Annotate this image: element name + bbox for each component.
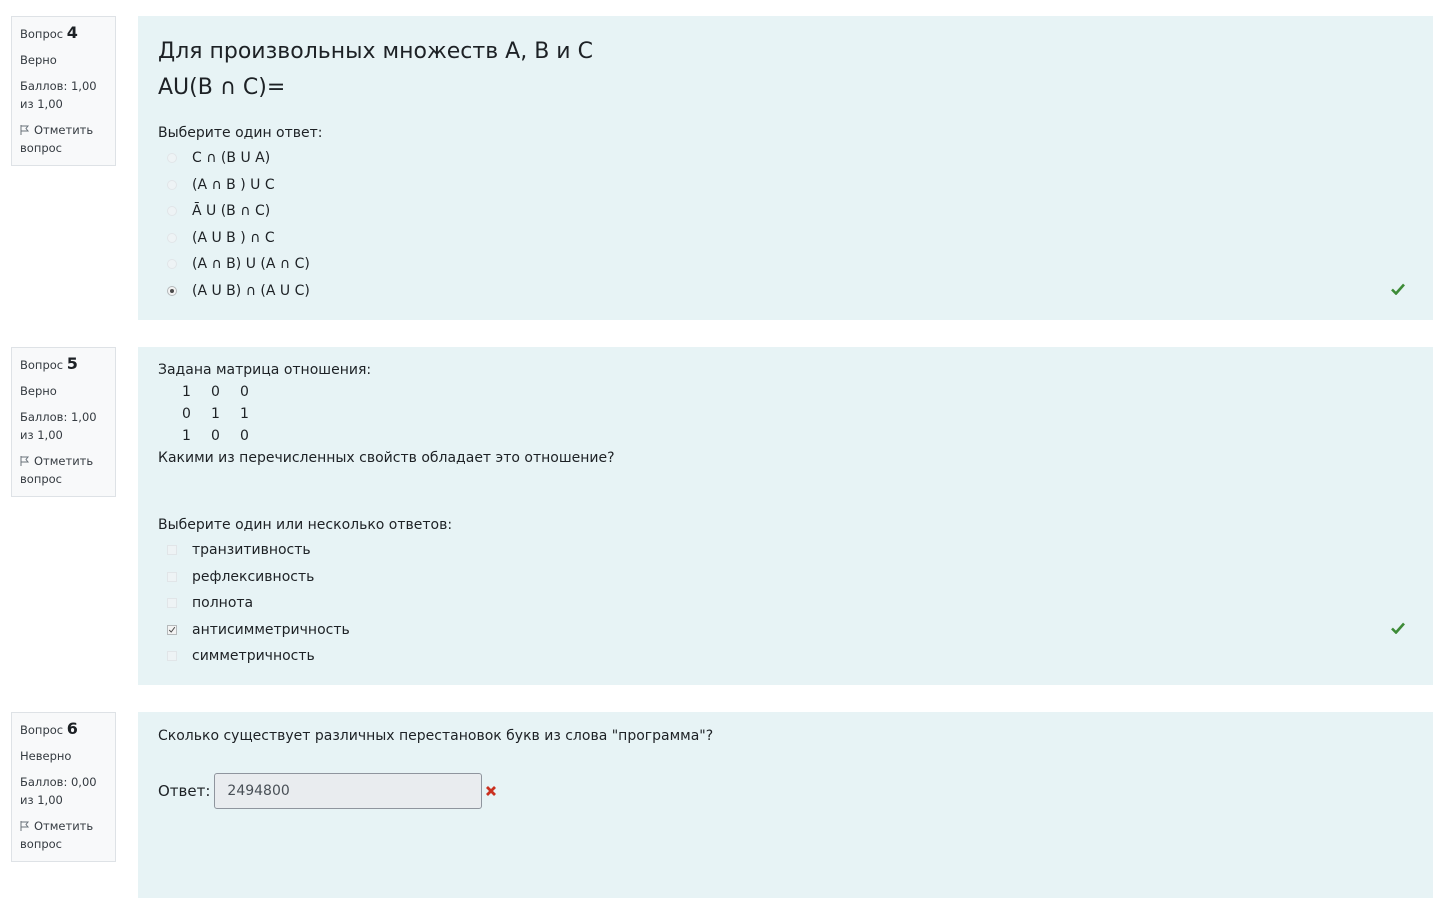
checkbox-checked[interactable]	[167, 624, 177, 635]
radio-button[interactable]	[167, 206, 177, 217]
answer-input[interactable]: 2494800	[214, 773, 483, 809]
matrix-row: 1 0 0	[182, 425, 1413, 447]
radio-button[interactable]	[167, 232, 177, 243]
matrix-cell: 0	[240, 428, 249, 444]
option-label: полнота	[192, 595, 254, 612]
flag-label: Отметить вопрос	[20, 819, 94, 851]
option-label: транзитивность	[192, 542, 311, 558]
option-2[interactable]: (A ∩ B ) U C	[158, 172, 1413, 199]
matrix-cell: 1	[182, 384, 191, 400]
flag-question-link[interactable]: Отметить вопрос	[20, 452, 107, 488]
question-number: 6	[66, 719, 78, 738]
question-info-5: Вопрос 5 Верно Баллов: 1,00 из 1,00 Отме…	[11, 347, 116, 497]
flag-label: Отметить вопрос	[20, 454, 94, 486]
option-label: C ∩ (B U A)	[192, 150, 271, 166]
option-1[interactable]: транзитивность	[158, 537, 1413, 564]
checkbox[interactable]	[167, 598, 177, 609]
option-label: Ā U (B ∩ C)	[192, 203, 271, 220]
radio-button[interactable]	[167, 259, 177, 270]
question-info-6: Вопрос 6 Неверно Баллов: 0,00 из 1,00 От…	[11, 712, 116, 862]
matrix-cell: 1	[182, 428, 191, 444]
option-3[interactable]: полнота	[158, 590, 1413, 617]
flag-question-link[interactable]: Отметить вопрос	[20, 817, 107, 853]
option-label: (A ∩ B) U (A ∩ C)	[192, 256, 310, 273]
options-list: транзитивность рефлексивность полнота ан…	[158, 537, 1413, 670]
question-text: Сколько существует различных перестаново…	[158, 728, 714, 744]
matrix-row: 0 1 1	[182, 403, 1413, 425]
checkbox[interactable]	[167, 651, 177, 662]
matrix-cell: 0	[211, 428, 220, 444]
radio-button[interactable]	[167, 179, 177, 190]
question-state: Верно	[20, 53, 57, 67]
flag-label: Отметить вопрос	[20, 123, 94, 155]
question-number: 5	[66, 354, 78, 373]
radio-button[interactable]	[167, 153, 177, 163]
question-grade: Баллов: 0,00 из 1,00	[20, 775, 97, 807]
option-label: (A U B ) ∩ C	[192, 229, 275, 246]
question-text-line2: AU(B ∩ C)=	[158, 75, 286, 100]
question-text-line1: Для произвольных множеств A, B и C	[158, 39, 593, 64]
answer-label: Ответ:	[158, 782, 211, 800]
matrix-row: 1 0 0	[182, 381, 1413, 403]
question-text: Какими из перечисленных свойств обладает…	[158, 450, 615, 466]
option-label: (A U B) ∩ (A U C)	[192, 282, 310, 299]
relation-matrix: 1 0 0 0 1 1 1 0 0	[182, 381, 1413, 447]
flag-question-link[interactable]: Отметить вопрос	[20, 121, 107, 157]
option-5[interactable]: (A ∩ B) U (A ∩ C)	[158, 251, 1413, 278]
answer-prompt: Выберите один или несколько ответов:	[158, 517, 453, 533]
flag-icon	[20, 821, 30, 831]
question-label: Вопрос	[20, 358, 64, 372]
answer-prompt: Выберите один ответ:	[158, 125, 323, 141]
matrix-cell: 0	[240, 384, 249, 400]
matrix-cell: 1	[211, 406, 220, 422]
radio-button-selected[interactable]	[167, 285, 177, 296]
incorrect-cross-icon	[486, 786, 497, 796]
option-3[interactable]: Ā U (B ∩ C)	[158, 198, 1413, 225]
question-label: Вопрос	[20, 27, 64, 41]
options-list: C ∩ (B U A) (A ∩ B ) U C Ā U (B ∩ C) (A …	[158, 145, 1413, 305]
question-content-5: Задана матрица отношения: 1 0 0 0 1 1 1 0 0 Ка…	[138, 347, 1433, 685]
option-label: (A ∩ B ) U C	[192, 176, 275, 193]
flag-icon	[20, 125, 30, 135]
question-label: Вопрос	[20, 723, 64, 737]
option-label: антисимметричность	[192, 621, 350, 638]
matrix-cell: 1	[240, 406, 249, 422]
answer-row: Ответ: 2494800	[158, 773, 497, 809]
option-label: рефлексивность	[192, 568, 315, 585]
question-intro: Задана матрица отношения:	[158, 362, 372, 378]
checkmark-icon	[168, 626, 176, 633]
option-4[interactable]: антисимметричность	[158, 617, 1413, 644]
option-2[interactable]: рефлексивность	[158, 564, 1413, 591]
correct-check-icon	[1391, 283, 1405, 295]
option-4[interactable]: (A U B ) ∩ C	[158, 225, 1413, 252]
checkbox[interactable]	[167, 545, 177, 555]
matrix-cell: 0	[211, 384, 220, 400]
question-number: 4	[66, 23, 78, 42]
correct-check-icon	[1391, 622, 1405, 634]
question-state: Неверно	[20, 749, 72, 763]
question-state: Верно	[20, 384, 57, 398]
flag-icon	[20, 456, 30, 466]
question-grade: Баллов: 1,00 из 1,00	[20, 79, 97, 111]
option-label: симметричность	[192, 648, 315, 665]
question-grade: Баллов: 1,00 из 1,00	[20, 410, 97, 442]
question-info-4: Вопрос 4 Верно Баллов: 1,00 из 1,00 Отме…	[11, 16, 116, 166]
matrix-cell: 0	[182, 406, 191, 422]
option-5[interactable]: симметричность	[158, 643, 1413, 670]
question-content-4: Для произвольных множеств A, B и C AU(B …	[138, 16, 1433, 320]
checkbox[interactable]	[167, 571, 177, 582]
question-content-6: Сколько существует различных перестаново…	[138, 712, 1433, 898]
option-1[interactable]: C ∩ (B U A)	[158, 145, 1413, 172]
option-6[interactable]: (A U B) ∩ (A U C)	[158, 278, 1413, 305]
